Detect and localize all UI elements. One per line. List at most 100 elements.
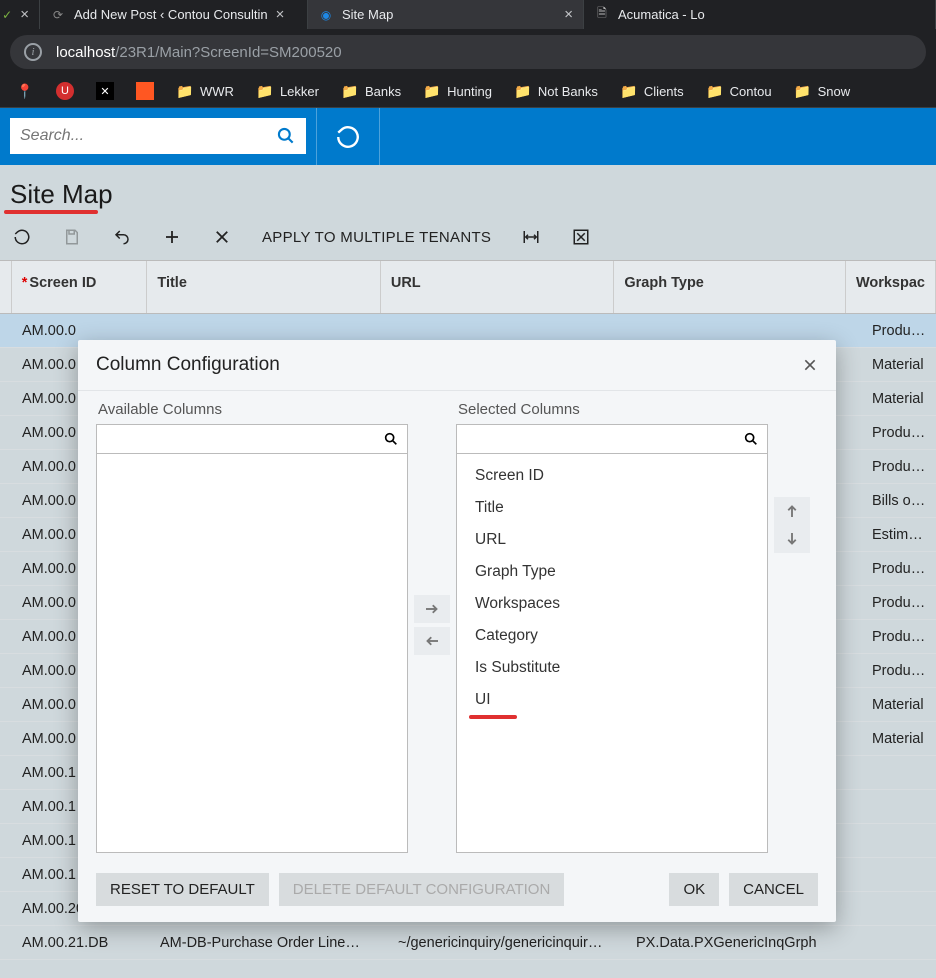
order-controls [768, 397, 816, 853]
tab-title: Acumatica - Lo [618, 7, 705, 22]
refresh-icon[interactable] [12, 228, 32, 246]
browser-tab-active[interactable]: ◉ Site Map × [308, 0, 584, 29]
close-icon[interactable]: × [564, 6, 573, 23]
apply-tenants-button[interactable]: APPLY TO MULTIPLE TENANTS [262, 229, 491, 246]
available-search[interactable] [96, 424, 408, 454]
col-header-graph[interactable]: Graph Type [614, 261, 846, 313]
bookmark[interactable]: ✕ [88, 78, 122, 104]
browser-address-bar: i localhost/23R1/Main?ScreenId=SM200520 [0, 29, 936, 75]
cancel-button[interactable]: CANCEL [729, 873, 818, 906]
cell-graph: PX.Data.PXGenericInqGrph [626, 935, 862, 951]
cell-workspace: Bills of M [862, 493, 936, 509]
browser-tab[interactable]: ⟳ Add New Post ‹ Contou Consultin × [40, 0, 308, 29]
search-icon[interactable] [383, 431, 399, 447]
app-icon: U [56, 82, 74, 100]
col-header-title[interactable]: Title [147, 261, 381, 313]
list-item[interactable]: Title [457, 492, 767, 524]
search-input[interactable] [20, 127, 276, 145]
selected-listbox[interactable]: Screen IDTitleURLGraph TypeWorkspacesCat… [456, 454, 768, 853]
refresh-button[interactable] [317, 108, 379, 165]
folder-icon: 📁 [176, 82, 194, 100]
folder-icon: 📁 [794, 82, 812, 100]
close-icon[interactable]: × [20, 6, 29, 23]
available-search-input[interactable] [105, 431, 383, 447]
list-item[interactable]: UI [457, 684, 767, 726]
cell-workspace: Productio [862, 663, 936, 679]
browser-tab[interactable]: ✓ × [0, 0, 40, 29]
export-icon[interactable] [571, 228, 591, 246]
table-row[interactable]: AM.00.21.DBAM-DB-Purchase Order Line…~/g… [0, 926, 936, 960]
bookmark[interactable]: U [48, 78, 82, 104]
bookmark-folder[interactable]: 📁Lekker [248, 78, 327, 104]
selected-columns-panel: Selected Columns Screen IDTitleURLGraph … [456, 397, 768, 853]
tab-favicon: ⟳ [50, 7, 66, 23]
list-item[interactable]: URL [457, 524, 767, 556]
folder-icon: 📁 [423, 82, 441, 100]
move-left-button[interactable] [414, 627, 450, 655]
delete-icon[interactable] [212, 228, 232, 246]
fit-width-icon[interactable] [521, 228, 541, 246]
cell-workspace: Productio [862, 459, 936, 475]
available-listbox[interactable] [96, 454, 408, 853]
tab-title: Add New Post ‹ Contou Consultin [74, 7, 268, 22]
pin-icon: 📍 [16, 82, 34, 100]
cell-url: ~/genericinquiry/genericinquir… [388, 935, 626, 951]
ok-button[interactable]: OK [669, 873, 719, 906]
cell-workspace: Productio [862, 323, 936, 339]
folder-icon: 📁 [341, 82, 359, 100]
folder-icon: 📁 [620, 82, 638, 100]
global-search[interactable] [10, 118, 306, 154]
search-icon[interactable] [743, 431, 759, 447]
cell-workspace: Material [862, 697, 936, 713]
bookmark-folder[interactable]: 📁Snow [786, 78, 859, 104]
col-header-screen-id[interactable]: Screen ID [12, 261, 148, 313]
move-down-button[interactable] [774, 525, 810, 553]
undo-icon[interactable] [112, 228, 132, 246]
bookmark-folder[interactable]: 📁Clients [612, 78, 692, 104]
save-icon [62, 228, 82, 246]
cell-screen-id: AM.00.0 [12, 323, 150, 339]
bookmark-folder[interactable]: 📁Banks [333, 78, 409, 104]
col-header-url[interactable]: URL [381, 261, 615, 313]
selected-label: Selected Columns [456, 397, 768, 424]
column-config-dialog: Column Configuration Available Columns S… [78, 340, 836, 922]
bookmark-folder[interactable]: 📁Not Banks [506, 78, 606, 104]
selected-search-input[interactable] [465, 431, 743, 447]
search-icon[interactable] [276, 126, 296, 146]
bookmark-folder[interactable]: 📁WWR [168, 78, 242, 104]
cell-workspace: Estimatin [862, 527, 936, 543]
close-icon[interactable]: × [276, 6, 285, 23]
list-item[interactable]: Workspaces [457, 588, 767, 620]
url-input[interactable]: i localhost/23R1/Main?ScreenId=SM200520 [10, 35, 926, 69]
bookmark-folder[interactable]: 📁Contou [698, 78, 780, 104]
cell-workspace: Material [862, 391, 936, 407]
bookmark[interactable]: 📍 [8, 78, 42, 104]
bookmark[interactable] [128, 78, 162, 104]
available-columns-panel: Available Columns [96, 397, 408, 853]
cell-workspace: Productio [862, 561, 936, 577]
col-header-workspace[interactable]: Workspac [846, 261, 936, 313]
list-item[interactable]: Graph Type [457, 556, 767, 588]
tab-favicon: ✓ [2, 7, 12, 23]
close-icon[interactable] [802, 357, 818, 373]
page-toolbar: APPLY TO MULTIPLE TENANTS [0, 214, 936, 260]
list-item[interactable]: Category [457, 620, 767, 652]
site-info-icon[interactable]: i [24, 43, 42, 61]
add-icon[interactable] [162, 228, 182, 246]
reset-button[interactable]: RESET TO DEFAULT [96, 873, 269, 906]
app-icon: ✕ [96, 82, 114, 100]
browser-tab[interactable]: 🗎 Acumatica - Lo [584, 0, 936, 29]
list-item[interactable]: Is Substitute [457, 652, 767, 684]
move-up-button[interactable] [774, 497, 810, 525]
page-title: Site Map [4, 165, 119, 212]
cell-workspace: Productio [862, 595, 936, 611]
cell-title: AM-DB-Purchase Order Line… [150, 935, 388, 951]
available-label: Available Columns [96, 397, 408, 424]
app-icon [136, 82, 154, 100]
move-right-button[interactable] [414, 595, 450, 623]
selected-search[interactable] [456, 424, 768, 454]
bookmark-folder[interactable]: 📁Hunting [415, 78, 500, 104]
app-header [0, 108, 936, 165]
list-item[interactable]: Screen ID [457, 460, 767, 492]
cell-workspace: Material [862, 731, 936, 747]
